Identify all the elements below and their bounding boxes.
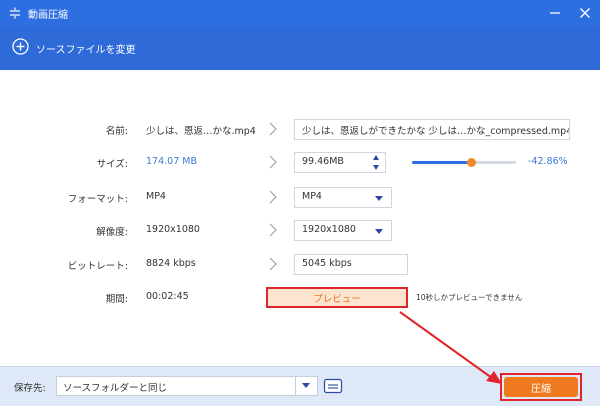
output-size-value: 99.46MB: [302, 156, 344, 167]
duration-label: 期間:: [105, 294, 128, 305]
output-name-input[interactable]: 少しは、恩返しができたかな 少しは…かな_compressed.mp4: [294, 119, 570, 140]
preview-note: 10秒しかプレビューできません: [416, 293, 523, 302]
bitrate-label: ビットレート:: [67, 261, 128, 272]
format-label: フォーマット:: [67, 194, 128, 205]
name-row: 名前: 少しは、恩返…かな.mp4 少しは、恩返しができたかな 少しは…かな_c…: [0, 119, 600, 141]
source-duration: 00:02:45: [146, 291, 189, 302]
caret-down-icon: [375, 196, 383, 201]
title-bar: 動画圧縮: [0, 0, 600, 26]
folder-icon[interactable]: [323, 377, 343, 395]
slider-fill: [412, 161, 472, 164]
caret-down-icon: [302, 383, 310, 388]
source-name: 少しは、恩返…かな.mp4: [146, 126, 256, 137]
output-format-value: MP4: [302, 191, 322, 202]
chevron-right-icon: [268, 154, 278, 170]
compress-app-icon: [8, 6, 22, 20]
output-bitrate-input[interactable]: 5045 kbps: [294, 254, 408, 275]
stepper-arrows-icon[interactable]: [373, 155, 381, 170]
name-label: 名前:: [105, 126, 128, 137]
resolution-row: 解像度: 1920x1080 1920x1080: [0, 220, 600, 242]
save-location-value: ソースフォルダーと同じ: [63, 383, 168, 394]
resolution-label: 解像度:: [96, 227, 128, 238]
size-reduction-percent: -42.86%: [528, 156, 568, 167]
toolbar: ソースファイルを変更: [0, 26, 600, 70]
window-title: 動画圧縮: [28, 9, 68, 21]
save-dropdown-button[interactable]: [295, 377, 317, 395]
minimize-icon[interactable]: [548, 6, 562, 20]
format-row: フォーマット: MP4 MP4: [0, 187, 600, 209]
change-source-button[interactable]: ソースファイルを変更: [12, 38, 136, 58]
source-format: MP4: [146, 191, 166, 202]
chevron-right-icon: [268, 189, 278, 205]
source-size: 174.07 MB: [146, 156, 197, 167]
size-row: サイズ: 174.07 MB 99.46MB -42.86%: [0, 152, 600, 174]
preview-button[interactable]: プレビュー: [266, 287, 408, 308]
output-format-select[interactable]: MP4: [294, 187, 392, 208]
chevron-right-icon: [268, 222, 278, 238]
output-resolution-value: 1920x1080: [302, 224, 356, 235]
source-resolution: 1920x1080: [146, 224, 200, 235]
chevron-right-icon: [268, 121, 278, 137]
duration-row: 期間: 00:02:45 プレビュー 10秒しかプレビューできません: [0, 287, 600, 309]
compress-highlight: 圧縮: [500, 373, 582, 401]
slider-thumb[interactable]: [467, 158, 477, 167]
size-slider[interactable]: [412, 158, 516, 167]
output-resolution-select[interactable]: 1920x1080: [294, 220, 392, 241]
source-bitrate: 8824 kbps: [146, 258, 196, 269]
size-label: サイズ:: [96, 159, 128, 170]
change-source-label: ソースファイルを変更: [36, 44, 136, 56]
compress-button[interactable]: 圧縮: [504, 377, 578, 397]
chevron-right-icon: [268, 256, 278, 272]
close-icon[interactable]: [578, 6, 592, 20]
footer-bar: 保存先: ソースフォルダーと同じ 圧縮: [0, 366, 600, 406]
save-location-select[interactable]: ソースフォルダーと同じ: [56, 376, 318, 396]
plus-circle-icon: [12, 38, 29, 58]
output-size-stepper[interactable]: 99.46MB: [294, 152, 386, 173]
save-to-label: 保存先:: [14, 383, 46, 394]
bitrate-row: ビットレート: 8824 kbps 5045 kbps: [0, 254, 600, 276]
caret-down-icon: [375, 229, 383, 234]
